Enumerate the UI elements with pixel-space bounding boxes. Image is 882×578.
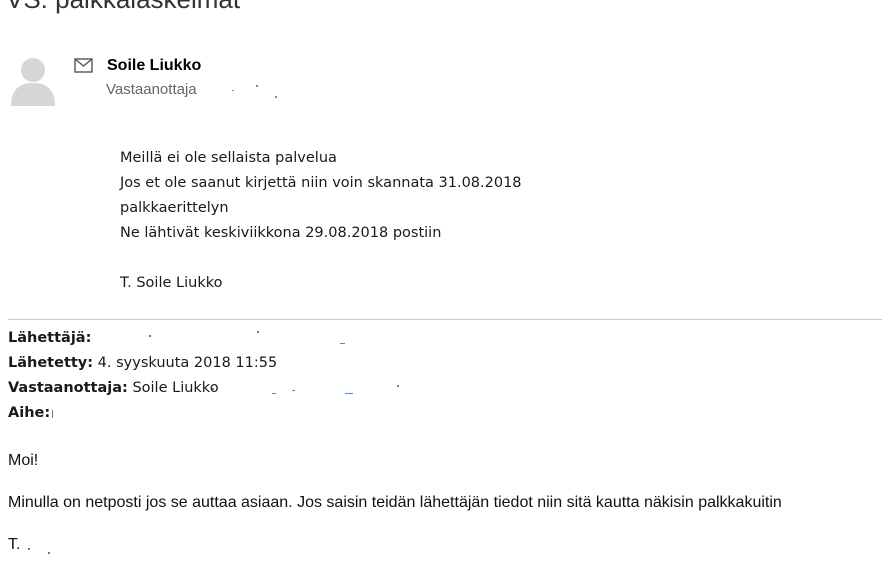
subject-row: Aihe: xyxy=(8,401,277,426)
email-subject: VS: palkkalaskelmat xyxy=(6,0,386,14)
sent-label: Lähetetty: xyxy=(8,355,94,371)
from-label: Lähettäjä: xyxy=(8,330,92,346)
redaction-mark xyxy=(52,410,53,418)
sent-value: 4. syyskuuta 2018 11:55 xyxy=(97,355,278,371)
redaction-mark xyxy=(275,96,277,98)
sender-avatar-icon xyxy=(10,56,56,106)
redaction-mark xyxy=(272,393,276,394)
subject-label: Aihe: xyxy=(8,405,51,421)
redaction-mark xyxy=(256,85,258,87)
redaction-mark xyxy=(149,335,151,337)
redaction-mark xyxy=(232,90,234,91)
sent-row: Lähetetty: 4. syyskuuta 2018 11:55 xyxy=(8,351,277,376)
reply-body: Meillä ei ole sellaista palvelua Jos et … xyxy=(120,146,522,296)
original-body-text: Minulla on netposti jos se auttaa asiaan… xyxy=(8,494,782,511)
original-greeting: Moi! xyxy=(8,452,39,469)
redaction-mark xyxy=(257,331,259,333)
quote-divider xyxy=(8,319,882,320)
original-signoff: T. xyxy=(8,536,21,553)
reply-line: palkkaerittelyn xyxy=(120,200,229,216)
original-message-header: Lähettäjä: Lähetetty: 4. syyskuuta 2018 … xyxy=(8,326,277,426)
reply-line: Meillä ei ole sellaista palvelua xyxy=(120,150,337,166)
redaction-mark xyxy=(345,393,353,394)
redaction-mark xyxy=(292,390,295,391)
envelope-icon[interactable] xyxy=(74,58,93,73)
redaction-mark xyxy=(212,388,214,390)
original-message-body: Moi! Minulla on netposti jos se auttaa a… xyxy=(8,452,782,578)
redaction-mark xyxy=(340,343,345,344)
email-subject-text: VS: palkkalaskelmat xyxy=(6,0,240,14)
redaction-mark xyxy=(28,548,30,550)
to-label: Vastaanottaja: xyxy=(8,380,128,396)
recipient-label: Vastaanottaja xyxy=(106,81,197,98)
reply-signature: T. Soile Liukko xyxy=(120,275,223,291)
sender-name[interactable]: Soile Liukko xyxy=(107,57,201,75)
to-value: Soile Liukko xyxy=(132,380,219,396)
from-row: Lähettäjä: xyxy=(8,326,277,351)
to-row: Vastaanottaja: Soile Liukko xyxy=(8,376,277,401)
reply-line: Ne lähtivät keskiviikkona 29.08.2018 pos… xyxy=(120,225,442,241)
redaction-mark xyxy=(48,552,50,554)
reply-line: Jos et ole saanut kirjettä niin voin ska… xyxy=(120,175,522,191)
redaction-mark xyxy=(397,385,399,387)
recipient-line: Vastaanottaja xyxy=(106,81,197,98)
